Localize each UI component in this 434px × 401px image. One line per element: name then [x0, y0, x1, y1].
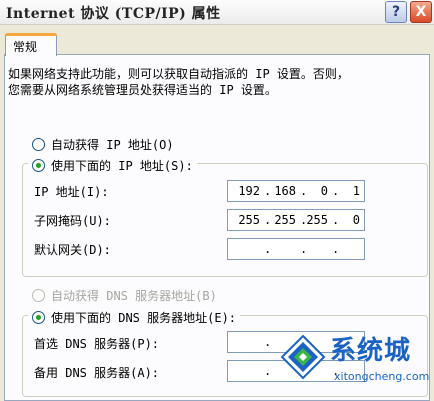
subnet-mask-octet-3: 255 — [306, 213, 328, 227]
help-button[interactable]: ? — [385, 1, 407, 23]
watermark: 系统城 xitongcheng.com — [276, 328, 434, 392]
radio-manual-ip-label: 使用下面的 IP 地址(S): — [51, 159, 193, 173]
alternate-dns-label: 备用 DNS 服务器(A): — [34, 366, 160, 380]
description-line-2: 您需要从网络系统管理员处获得适当的 IP 设置。 — [8, 83, 277, 97]
description-line-1: 如果网络支持此功能，则可以获取自动指派的 IP 设置。否则， — [8, 67, 349, 81]
radio-manual-ip-circle[interactable] — [32, 159, 45, 172]
window-title: Internet 协议 (TCP/IP) 属性 — [6, 6, 221, 22]
radio-manual-dns-label: 使用下面的 DNS 服务器地址(E): — [51, 311, 237, 325]
radio-auto-dns[interactable]: 自动获得 DNS 服务器地址(B) — [32, 287, 217, 304]
subnet-mask-octet-2: 255 — [274, 213, 296, 227]
subnet-mask-octet-4: 0 — [352, 213, 360, 227]
ip-address-octet-3: 0 — [320, 184, 328, 198]
radio-manual-dns[interactable]: 使用下面的 DNS 服务器地址(E): — [28, 309, 241, 326]
octet-separator: . — [264, 242, 272, 256]
radio-manual-ip[interactable]: 使用下面的 IP 地址(S): — [28, 157, 197, 174]
radio-auto-ip-label: 自动获得 IP 地址(O) — [51, 138, 174, 152]
default-gateway-label: 默认网关(D): — [34, 243, 111, 257]
close-button[interactable]: X — [410, 1, 432, 23]
octet-separator: . — [264, 364, 272, 378]
description-text: 如果网络支持此功能，则可以获取自动指派的 IP 设置。否则， 您需要从网络系统管… — [8, 66, 349, 98]
subnet-mask-label: 子网掩码(U): — [34, 214, 111, 228]
octet-separator: . — [300, 242, 308, 256]
octet-separator: . — [332, 242, 340, 256]
ip-address-input[interactable]: 192 . 168 . 0 . 1 — [227, 180, 365, 202]
radio-auto-ip-circle[interactable] — [32, 138, 45, 151]
title-bar: Internet 协议 (TCP/IP) 属性 ? X — [0, 0, 434, 25]
xitongcheng-logo-icon — [280, 334, 326, 380]
ip-address-label: IP 地址(I): — [34, 185, 109, 199]
tab-general[interactable]: 常规 — [5, 33, 57, 56]
ip-address-octet-4: 1 — [352, 184, 360, 198]
radio-manual-dns-circle[interactable] — [32, 311, 45, 324]
radio-auto-ip[interactable]: 自动获得 IP 地址(O) — [32, 136, 174, 153]
subnet-mask-input[interactable]: 255 . 255 . 255 . 0 — [227, 209, 365, 231]
radio-manual-ip-legend: 使用下面的 IP 地址(S): — [28, 157, 197, 174]
watermark-brand-cn: 系统城 — [330, 336, 412, 366]
ip-address-octet-1: 192 — [238, 184, 260, 198]
subnet-mask-octet-1: 255 — [238, 213, 260, 227]
radio-auto-dns-label: 自动获得 DNS 服务器地址(B) — [51, 289, 217, 303]
ip-address-octet-2: 168 — [274, 184, 296, 198]
octet-separator: . — [264, 335, 272, 349]
preferred-dns-label: 首选 DNS 服务器(P): — [34, 337, 160, 351]
tab-general-label: 常规 — [13, 40, 38, 54]
default-gateway-input[interactable]: . . . — [227, 238, 365, 260]
radio-auto-dns-circle[interactable] — [32, 289, 45, 302]
watermark-brand-en: xitongcheng.com — [334, 370, 430, 383]
radio-manual-dns-legend: 使用下面的 DNS 服务器地址(E): — [28, 309, 241, 326]
